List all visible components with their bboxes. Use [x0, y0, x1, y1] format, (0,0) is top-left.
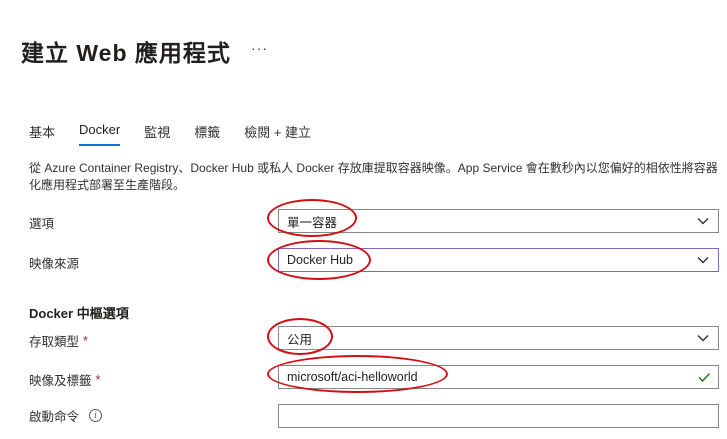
startup-command-input[interactable] — [278, 404, 719, 428]
options-value: 單一容器 — [287, 215, 338, 230]
docker-description: 從 Azure Container Registry、Docker Hub 或私… — [29, 161, 718, 192]
image-tag-label: 映像及標籤 * — [29, 370, 100, 389]
image-tag-value: microsoft/aci-helloworld — [287, 370, 418, 384]
more-options-button[interactable]: ··· — [251, 40, 268, 56]
options-dropdown[interactable]: 單一容器 — [278, 209, 719, 233]
access-type-label: 存取類型 * — [29, 331, 88, 350]
startup-command-label: 啟動命令 i — [29, 406, 103, 425]
tab-tags[interactable]: 標籤 — [194, 122, 220, 146]
required-mark: * — [83, 333, 88, 348]
tab-bar: 基本 Docker 監視 標籤 檢閱 + 建立 — [29, 122, 335, 146]
chevron-down-icon — [697, 257, 709, 264]
info-icon[interactable]: i — [89, 409, 103, 422]
image-source-value: Docker Hub — [287, 253, 353, 267]
image-tag-input[interactable]: microsoft/aci-helloworld — [278, 365, 719, 389]
tab-monitoring[interactable]: 監視 — [144, 122, 170, 146]
tab-basics[interactable]: 基本 — [29, 122, 55, 146]
tab-docker[interactable]: Docker — [79, 122, 121, 146]
image-tag-label-text: 映像及標籤 — [29, 374, 92, 388]
image-source-label-text: 映像來源 — [29, 257, 80, 271]
required-mark: * — [95, 372, 101, 387]
access-type-label-text: 存取類型 — [29, 335, 80, 349]
access-type-value: 公用 — [287, 332, 313, 347]
chevron-down-icon — [697, 335, 709, 342]
options-label-text: 選項 — [29, 217, 55, 231]
page-title: 建立 Web 應用程式 — [21, 40, 231, 66]
image-source-label: 映像來源 — [29, 253, 79, 272]
checkmark-icon — [698, 373, 711, 383]
startup-command-label-text: 啟動命令 — [29, 410, 80, 424]
section-heading: Docker 中樞選項 — [29, 306, 129, 321]
options-label: 選項 — [29, 213, 54, 232]
image-source-dropdown[interactable]: Docker Hub — [278, 248, 719, 272]
tab-review-create[interactable]: 檢閱 + 建立 — [244, 122, 311, 146]
access-type-dropdown[interactable]: 公用 — [278, 326, 719, 350]
chevron-down-icon — [697, 218, 709, 225]
